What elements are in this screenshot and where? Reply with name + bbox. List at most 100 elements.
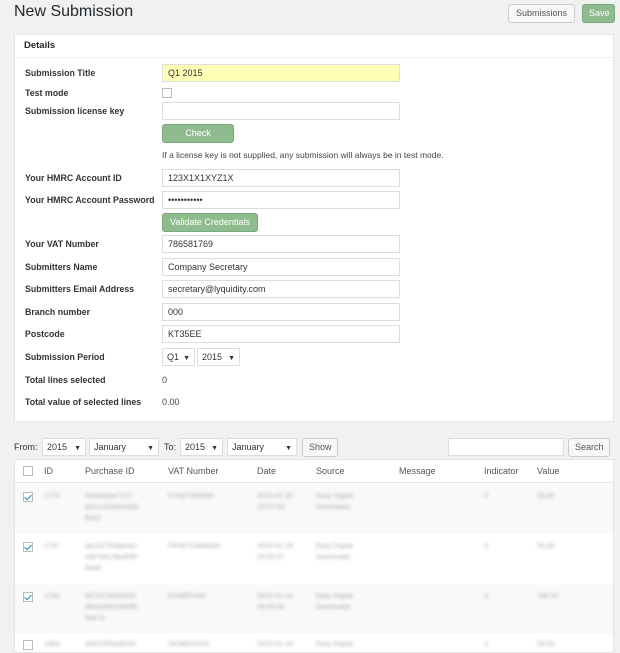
search-input[interactable] <box>448 438 564 456</box>
cell-id: 1797 <box>44 543 60 550</box>
table-row[interactable]: 1743 087c37d0de028 862a02b52060f0 5ee7a … <box>15 584 613 634</box>
row-submitter-email: Submitters Email Address secretary@lyqui… <box>15 280 613 300</box>
cell-time: 09:03:09 <box>257 604 285 611</box>
table-row[interactable]: 1797 ab1027f53ae0a1 c9b7b412ba8f90 5eb9 … <box>15 534 613 584</box>
test-mode-checkbox[interactable] <box>162 88 172 98</box>
select-all-checkbox[interactable] <box>23 466 33 476</box>
cell-source: Easy Digital <box>316 593 353 600</box>
table-row[interactable]: 1664 3f4e2305a0fc5d DK36910033 2015-01-1… <box>15 634 613 652</box>
cell-purchase-id: c9b7b412ba8f90 <box>85 554 138 561</box>
cell-time: 18:37:03 <box>257 504 285 511</box>
cell-source: Downloads <box>316 504 351 511</box>
show-button[interactable]: Show <box>302 438 338 457</box>
col-purchase-id[interactable]: Purchase ID <box>85 466 135 476</box>
cell-date: 2015-01-14 <box>257 593 293 600</box>
save-button[interactable]: Save <box>582 4 615 23</box>
submitter-name-input[interactable]: Company Secretary <box>162 258 400 276</box>
from-month-select[interactable]: January ▼ <box>89 438 159 456</box>
cell-purchase-id: 862a02b52060f0 <box>85 604 138 611</box>
hmrc-password-label: Your HMRC Account Password <box>25 195 155 205</box>
from-year-select[interactable]: 2015 ▼ <box>42 438 86 456</box>
cell-time: 19:52:07 <box>257 554 285 561</box>
submitter-email-label: Submitters Email Address <box>25 284 135 294</box>
cell-purchase-id: 3f4e2305a0fc5d <box>85 641 136 648</box>
license-key-input[interactable] <box>162 102 400 120</box>
total-lines-label: Total lines selected <box>25 375 106 385</box>
hmrc-id-input[interactable]: 123X1X1XYZ1X <box>162 169 400 187</box>
cell-purchase-id: ab1027f53ae0a1 <box>85 543 138 550</box>
to-month-select[interactable]: January ▼ <box>227 438 297 456</box>
submitter-email-input[interactable]: secretary@lyquidity.com <box>162 280 400 298</box>
to-year-select[interactable]: 2015 ▼ <box>180 438 223 456</box>
from-label: From: <box>14 442 38 452</box>
row-checkbox[interactable] <box>23 640 33 650</box>
cell-vat: FI24997444 <box>168 593 206 600</box>
cell-value: 59.00 <box>537 543 555 550</box>
cell-source: Easy Digital <box>316 543 353 550</box>
col-date[interactable]: Date <box>257 466 276 476</box>
col-indicator[interactable]: Indicator <box>484 466 519 476</box>
row-license: Submission license key <box>15 102 613 122</box>
to-label: To: <box>164 442 177 452</box>
chevron-down-icon: ▼ <box>211 445 218 452</box>
row-checkbox[interactable] <box>23 542 33 552</box>
search-button[interactable]: Search <box>568 438 610 457</box>
validate-credentials-button[interactable]: Validate Credentials <box>162 213 258 232</box>
period-year-select[interactable]: 2015 ▼ <box>197 348 240 366</box>
cell-indicator: 3 <box>484 543 488 550</box>
submission-title-input[interactable]: Q1 2015 <box>162 64 400 82</box>
row-title: Submission Title Q1 2015 <box>15 64 613 84</box>
cell-value: 59.00 <box>537 493 555 500</box>
cell-value: 196.00 <box>537 593 559 600</box>
from-month-value: January <box>94 442 127 452</box>
col-vat-number[interactable]: VAT Number <box>168 466 219 476</box>
cell-date: 2015-01-18 <box>257 543 293 550</box>
row-hmrc-id: Your HMRC Account ID 123X1X1XYZ1X <box>15 169 613 189</box>
postcode-input[interactable]: KT35EE <box>162 325 400 343</box>
submitter-name-label: Submitters Name <box>25 262 98 272</box>
row-total-lines: Total lines selected 0 <box>15 371 613 391</box>
col-source[interactable]: Source <box>316 466 345 476</box>
page-title: New Submission <box>14 3 134 20</box>
cell-value: 59.00 <box>537 641 555 648</box>
hmrc-password-input[interactable]: ••••••••••• <box>162 191 400 209</box>
vat-label: Your VAT Number <box>25 239 99 249</box>
chevron-down-icon: ▼ <box>285 445 292 452</box>
cell-date: 2015-01-10 <box>257 641 293 648</box>
details-heading: Details <box>15 35 613 58</box>
row-checkbox[interactable] <box>23 492 33 502</box>
purchases-table: ID Purchase ID VAT Number Date Source Me… <box>14 459 614 653</box>
cell-source: Easy Digital <box>316 641 353 648</box>
cell-vat: FR36751884644 <box>168 543 221 550</box>
chevron-down-icon: ▼ <box>147 445 154 452</box>
col-message[interactable]: Message <box>399 466 436 476</box>
check-license-button[interactable]: Check License <box>162 124 234 155</box>
row-period: Submission Period Q1 ▼ 2015 ▼ <box>15 348 613 368</box>
from-year-value: 2015 <box>47 442 68 452</box>
period-quarter-select[interactable]: Q1 ▼ <box>162 348 195 366</box>
cell-purchase-id: 5eb9 <box>85 565 101 572</box>
chevron-down-icon: ▼ <box>74 445 81 452</box>
row-checkbox[interactable] <box>23 592 33 602</box>
table-row[interactable]: 1776 84d5debe7217 ab1cc394e6cb38 b5e2 GY… <box>15 484 613 534</box>
cell-source: Downloads <box>316 604 351 611</box>
cell-indicator: 3 <box>484 593 488 600</box>
submissions-button[interactable]: Submissions <box>508 4 575 23</box>
to-year-value: 2015 <box>185 442 206 452</box>
row-total-value: Total value of selected lines 0.00 <box>15 393 613 413</box>
cell-purchase-id: 087c37d0de028 <box>85 593 136 600</box>
row-branch: Branch number 000 <box>15 303 613 323</box>
cell-source: Downloads <box>316 554 351 561</box>
cell-indicator: 3 <box>484 641 488 648</box>
col-id[interactable]: ID <box>44 466 53 476</box>
branch-number-input[interactable]: 000 <box>162 303 400 321</box>
cell-id: 1743 <box>44 593 60 600</box>
vat-number-input[interactable]: 786581769 <box>162 235 400 253</box>
cell-id: 1664 <box>44 641 60 648</box>
period-year-value: 2015 <box>202 352 223 362</box>
period-quarter-value: Q1 <box>167 352 180 362</box>
hmrc-id-label: Your HMRC Account ID <box>25 173 122 183</box>
cell-source: Easy Digital <box>316 493 353 500</box>
col-value[interactable]: Value <box>537 466 559 476</box>
cell-indicator: 3 <box>484 493 488 500</box>
